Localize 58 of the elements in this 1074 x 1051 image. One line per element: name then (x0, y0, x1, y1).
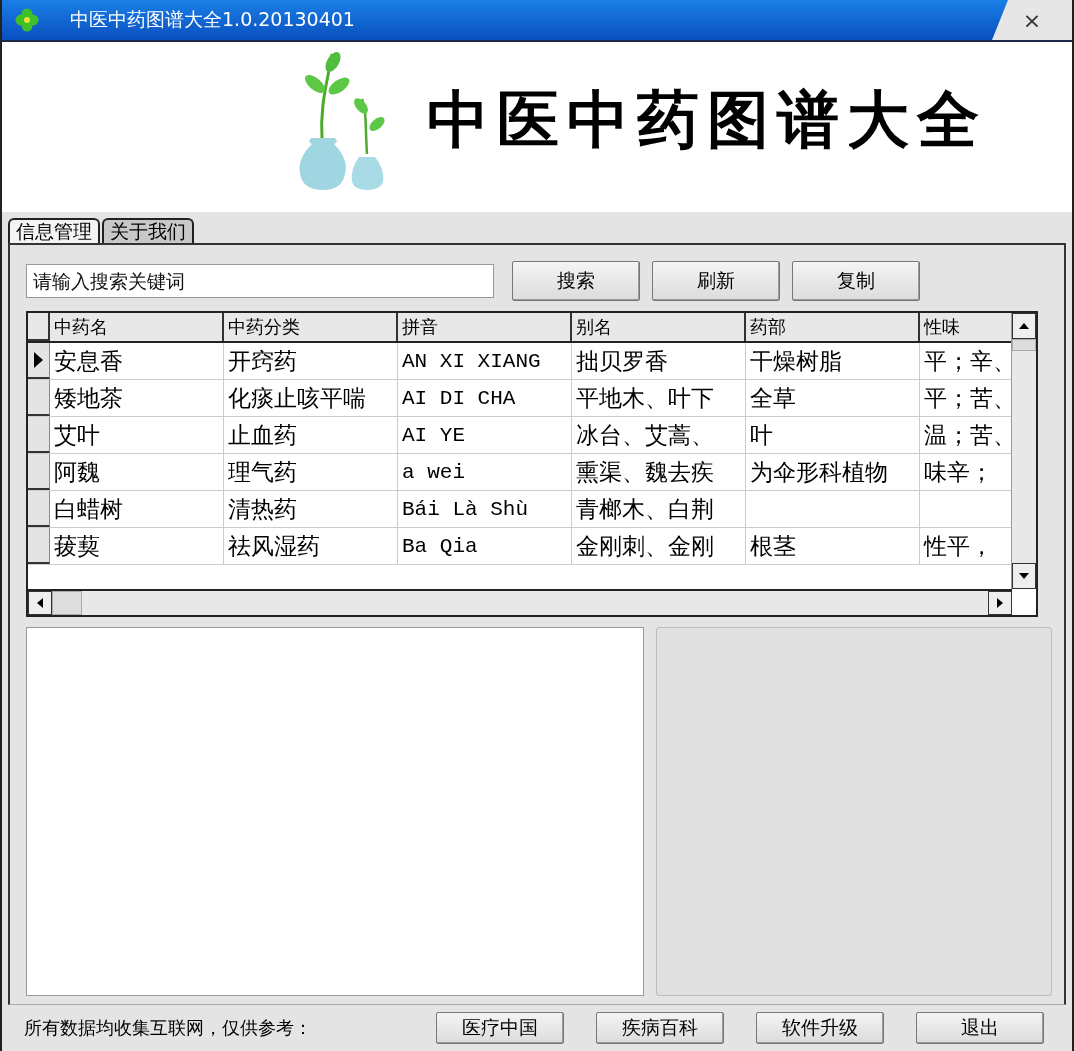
scroll-right-icon (997, 598, 1003, 608)
banner-heading: 中医中药图谱大全 (427, 82, 987, 158)
table-cell: 菝葜 (50, 528, 224, 564)
table-cell: 为伞形科植物 (746, 454, 920, 490)
table-cell: 白蜡树 (50, 491, 224, 527)
clover-icon (14, 7, 40, 33)
table-cell: a wei (398, 454, 572, 490)
table-cell: 熏渠、魏去疾 (572, 454, 746, 490)
toolbar-button[interactable]: 搜索 (512, 261, 640, 301)
footer-button[interactable]: 疾病百科 (596, 1012, 724, 1044)
table-cell: AI YE (398, 417, 572, 453)
search-field[interactable]: 请输入搜索关键词 (26, 264, 494, 298)
table-cell: 祛风湿药 (224, 528, 398, 564)
footer-button[interactable]: 退出 (916, 1012, 1044, 1044)
table-cell: 拙贝罗香 (572, 343, 746, 379)
row-header[interactable] (28, 343, 50, 379)
scroll-left-icon (37, 598, 43, 608)
disclaimer-text: 所有数据均收集互联网，仅供参考： (24, 1016, 313, 1040)
table-cell: Bái Là Shù (398, 491, 572, 527)
tab[interactable]: 信息管理 (8, 218, 100, 243)
scroll-thumb[interactable] (1012, 339, 1036, 351)
footer-button[interactable]: 软件升级 (756, 1012, 884, 1044)
table-cell: 金刚刺、金刚 (572, 528, 746, 564)
toolbar-button[interactable]: 刷新 (652, 261, 780, 301)
table-cell: AN XI XIANG (398, 343, 572, 379)
table-cell: 全草 (746, 380, 920, 416)
vertical-scrollbar[interactable] (1011, 313, 1036, 589)
table-cell: 开窍药 (224, 343, 398, 379)
row-header[interactable] (28, 528, 50, 564)
toolbar-button[interactable]: 复制 (792, 261, 920, 301)
scroll-thumb[interactable] (52, 591, 82, 615)
table-cell: 阿魏 (50, 454, 224, 490)
row-header[interactable] (28, 454, 50, 490)
table-cell: 理气药 (224, 454, 398, 490)
table-cell: 化痰止咳平喘 (224, 380, 398, 416)
table-cell: 叶 (746, 417, 920, 453)
table-cell: AI DI CHA (398, 380, 572, 416)
table-cell: 清热药 (224, 491, 398, 527)
table-cell: 艾叶 (50, 417, 224, 453)
scroll-up-icon (1019, 323, 1029, 329)
table-cell: 安息香 (50, 343, 224, 379)
horizontal-scrollbar[interactable] (28, 589, 1012, 615)
row-header[interactable] (28, 417, 50, 453)
row-header[interactable] (28, 491, 50, 527)
table-cell: 青榔木、白荆 (572, 491, 746, 527)
table-cell: 止血药 (224, 417, 398, 453)
tab[interactable]: 关于我们 (102, 218, 194, 243)
table-cell: 根茎 (746, 528, 920, 564)
row-header[interactable] (28, 380, 50, 416)
table-cell: 干燥树脂 (746, 343, 920, 379)
close-button[interactable]: × (992, 0, 1072, 40)
scroll-down-icon (1019, 573, 1029, 579)
table-cell: 冰台、艾蒿、 (572, 417, 746, 453)
table-cell: Ba Qia (398, 528, 572, 564)
table-cell: 矮地茶 (50, 380, 224, 416)
table-cell: 平地木、叶下 (572, 380, 746, 416)
window-title: 中医中药图谱大全1.0.20130401 (70, 7, 356, 32)
footer-button[interactable]: 医疗中国 (436, 1012, 564, 1044)
